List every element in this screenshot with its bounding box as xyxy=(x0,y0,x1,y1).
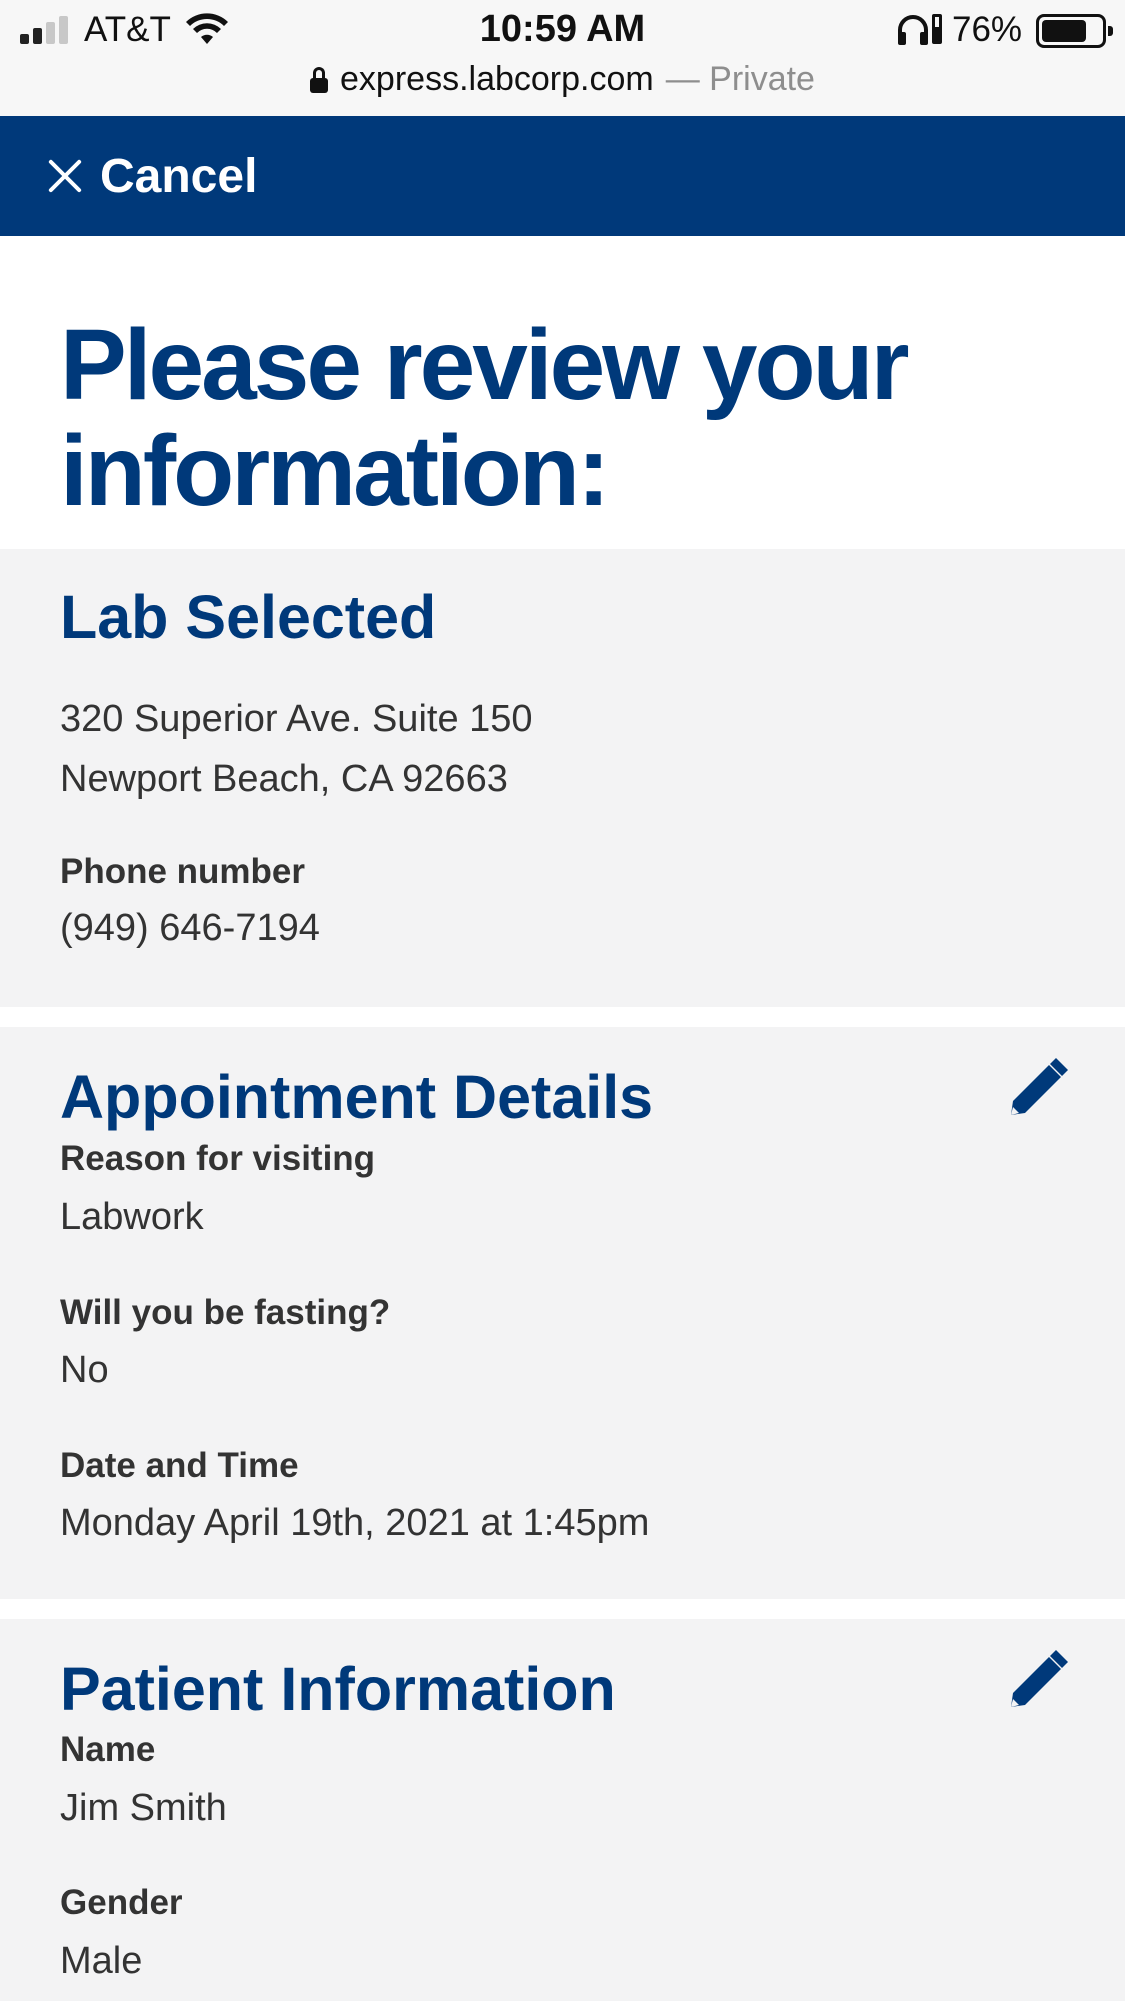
pencil-icon xyxy=(1011,1058,1068,1115)
url-domain: express.labcorp.com xyxy=(340,60,654,98)
phone-label: Phone number xyxy=(60,852,306,891)
appointment-details-section: Appointment Details Reason for visiting … xyxy=(0,1027,1125,1599)
phone-value: (949) 646-7194 xyxy=(60,907,320,949)
fasting-value: No xyxy=(60,1349,109,1391)
lab-section-title: Lab Selected xyxy=(60,583,437,651)
edit-patient-button[interactable] xyxy=(1007,1649,1069,1711)
datetime-label: Date and Time xyxy=(60,1446,299,1485)
appointment-section-title: Appointment Details xyxy=(60,1063,654,1131)
battery-icon xyxy=(1036,14,1113,48)
reason-value: Labwork xyxy=(60,1196,204,1238)
fasting-label: Will you be fasting? xyxy=(60,1293,391,1332)
header-bar: Cancel xyxy=(0,116,1125,236)
lock-icon xyxy=(310,66,329,93)
headphones-icon xyxy=(898,15,928,45)
close-icon xyxy=(46,157,84,195)
cancel-label: Cancel xyxy=(100,149,258,203)
lab-selected-section: Lab Selected 320 Superior Ave. Suite 150… xyxy=(0,549,1125,1007)
charging-indicator-icon xyxy=(932,14,942,44)
reason-label: Reason for visiting xyxy=(60,1139,376,1178)
gender-value: Male xyxy=(60,1940,143,1982)
pencil-icon xyxy=(1011,1650,1068,1707)
edit-appointment-button[interactable] xyxy=(1007,1057,1069,1119)
cancel-button[interactable]: Cancel xyxy=(46,144,257,208)
address-bar[interactable]: express.labcorp.com — Private xyxy=(0,60,1125,116)
lab-address-line1: 320 Superior Ave. Suite 150 xyxy=(60,698,533,740)
datetime-value: Monday April 19th, 2021 at 1:45pm xyxy=(60,1502,650,1544)
page-title: Please review your information: xyxy=(60,309,910,527)
gender-label: Gender xyxy=(60,1883,183,1922)
battery-percent: 76% xyxy=(952,10,1023,49)
lab-address-line2: Newport Beach, CA 92663 xyxy=(60,758,508,800)
status-bar: AT&T 10:59 AM 76% xyxy=(0,0,1125,60)
name-label: Name xyxy=(60,1730,156,1769)
patient-information-section: Patient Information Name Jim Smith Gende… xyxy=(0,1619,1125,2001)
private-label: — Private xyxy=(665,60,815,98)
name-value: Jim Smith xyxy=(60,1787,227,1829)
patient-section-title: Patient Information xyxy=(60,1655,616,1723)
